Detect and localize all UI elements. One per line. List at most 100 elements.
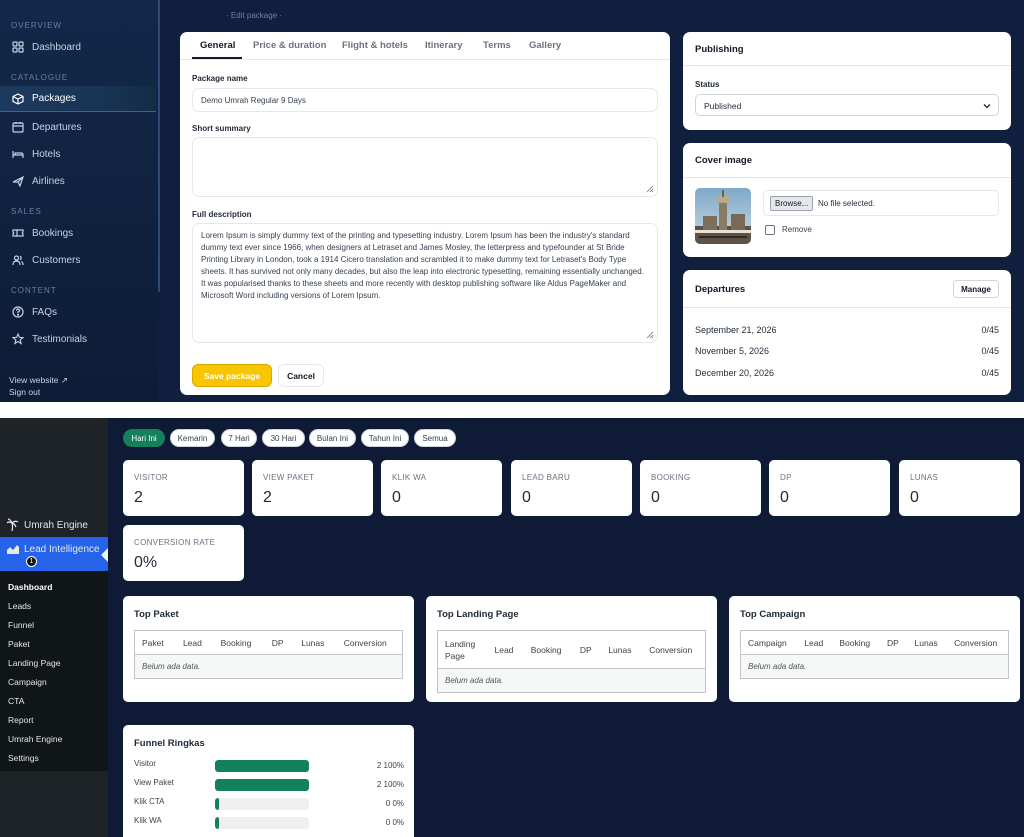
top-landing-page-card: Top Landing Page Landing Page Lead Booki…	[426, 596, 717, 702]
column-header: Conversion	[947, 630, 1009, 655]
full-description-textarea[interactable]: Lorem Ipsum is simply dummy text of the …	[192, 223, 658, 343]
filter-this-month[interactable]: Bulan Ini	[309, 429, 356, 447]
card-title: Top Campaign	[740, 609, 806, 620]
tab-gallery[interactable]: Gallery	[529, 40, 561, 51]
sidebar-item-label: FAQs	[32, 306, 58, 318]
tab-terms[interactable]: Terms	[483, 40, 511, 51]
browse-button[interactable]: Browse...	[770, 196, 814, 211]
sidebar-item-departures[interactable]: Departures	[0, 114, 156, 140]
sidebar-item-label: Airlines	[32, 175, 65, 187]
funnel-bar-fill	[215, 760, 309, 772]
submenu-funnel[interactable]: Funnel	[8, 620, 34, 630]
stat-card-dp: DP 0	[769, 460, 890, 516]
menu-umrah-engine[interactable]: Umrah Engine	[6, 518, 88, 532]
menu-label: Umrah Engine	[24, 519, 88, 531]
sign-out-link[interactable]: Sign out	[9, 387, 40, 397]
filter-30-days[interactable]: 30 Hari	[262, 429, 305, 447]
funnel-bar-track	[215, 798, 309, 810]
manage-departures-button[interactable]: Manage	[953, 280, 999, 298]
submenu-dashboard[interactable]: Dashboard	[8, 582, 52, 592]
departure-row: December 20, 2026 0/45	[695, 368, 999, 382]
sidebar-item-faqs[interactable]: FAQs	[0, 299, 156, 325]
funnel-count: 0	[385, 799, 391, 808]
submenu-leads[interactable]: Leads	[8, 601, 31, 611]
status-value: Published	[704, 101, 742, 111]
stat-value: 0	[522, 489, 531, 506]
help-icon	[12, 306, 24, 318]
tab-flight-hotels[interactable]: Flight & hotels	[342, 40, 408, 51]
breadcrumb: · Edit package ·	[226, 11, 283, 20]
menu-lead-intelligence[interactable]: Lead Intelligence	[6, 542, 100, 556]
funnel-row: Klik WA 0 0%	[134, 816, 404, 830]
column-header: DP	[572, 630, 602, 669]
filter-today[interactable]: Hari Ini	[123, 429, 165, 447]
remove-checkbox[interactable]	[765, 225, 775, 235]
star-icon	[12, 333, 24, 345]
sidebar-section-title: OVERVIEW	[11, 21, 62, 30]
departure-date: September 21, 2026	[695, 325, 777, 335]
submenu-landing-page[interactable]: Landing Page	[8, 658, 60, 668]
funnel-label: Visitor	[134, 759, 157, 768]
submenu-umrah-engine[interactable]: Umrah Engine	[8, 734, 62, 744]
plane-icon	[12, 175, 24, 187]
stat-value: 2	[134, 489, 143, 506]
funnel-bar-track	[215, 817, 309, 829]
column-header: Lead	[797, 630, 833, 655]
file-status-text: No file selected.	[818, 199, 875, 208]
filter-all[interactable]: Semua	[414, 429, 456, 447]
submenu-settings[interactable]: Settings	[8, 753, 39, 763]
stat-value: 0	[780, 489, 789, 506]
status-label: Status	[695, 80, 720, 89]
empty-state-text: Belum ada data.	[134, 654, 403, 679]
tab-general[interactable]: General	[200, 40, 235, 51]
chart-area-icon	[7, 545, 19, 554]
chevron-down-icon	[983, 104, 991, 109]
save-package-button[interactable]: Save package	[192, 364, 272, 387]
status-select[interactable]: Published	[695, 94, 999, 116]
stat-card-conversion-rate: CONVERSION RATE 0%	[123, 525, 244, 581]
view-website-link[interactable]: View website ↗	[9, 375, 68, 386]
cancel-button[interactable]: Cancel	[278, 364, 324, 387]
sidebar-item-airlines[interactable]: Airlines	[0, 168, 156, 194]
funnel-percent: 0%	[392, 818, 404, 827]
departure-row: November 5, 2026 0/45	[695, 346, 999, 360]
resize-grip-icon[interactable]	[646, 331, 654, 339]
funnel-summary-card: Funnel Ringkas Visitor 2 100% View Paket…	[123, 725, 414, 837]
tab-price-duration[interactable]: Price & duration	[253, 40, 326, 51]
sidebar-item-label: Bookings	[32, 227, 74, 239]
sidebar-item-dashboard[interactable]: Dashboard	[0, 34, 156, 60]
sidebar-item-testimonials[interactable]: Testimonials	[0, 326, 156, 352]
sidebar-scrollbar[interactable]	[158, 0, 160, 292]
stat-card-visitor: VISITOR 2	[123, 460, 244, 516]
resize-grip-icon[interactable]	[646, 185, 654, 193]
wp-dashboard-panel: Umrah Engine Lead Intelligence 1 Dashboa…	[0, 418, 1024, 837]
cover-image-card: Cover image Browse... No file selected. …	[683, 143, 1011, 257]
submenu-paket[interactable]: Paket	[8, 639, 30, 649]
filter-yesterday[interactable]: Kemarin	[170, 429, 215, 447]
short-summary-textarea[interactable]	[192, 137, 658, 197]
edit-package-card: General Price & duration Flight & hotels…	[180, 32, 670, 395]
cover-image-file-input[interactable]: Browse... No file selected.	[763, 190, 999, 216]
column-header: Conversion	[336, 630, 403, 655]
package-name-input[interactable]: Demo Umrah Regular 9 Days	[192, 88, 658, 112]
stat-label: CONVERSION RATE	[134, 538, 216, 547]
sidebar-item-packages[interactable]: Packages	[0, 86, 156, 112]
submenu-report[interactable]: Report	[8, 715, 34, 725]
filter-this-year[interactable]: Tahun Ini	[361, 429, 409, 447]
notification-badge: 1	[26, 556, 37, 567]
submenu-campaign[interactable]: Campaign	[8, 677, 47, 687]
column-header: Booking	[832, 630, 881, 655]
funnel-bar-track	[215, 779, 309, 791]
package-icon	[12, 92, 24, 105]
sidebar-item-bookings[interactable]: Bookings	[0, 220, 156, 246]
short-summary-label: Short summary	[192, 124, 251, 133]
card-title: Top Paket	[134, 609, 179, 620]
tab-itinerary[interactable]: Itinerary	[425, 40, 463, 51]
sidebar-item-customers[interactable]: Customers	[0, 247, 156, 273]
departure-date: December 20, 2026	[695, 368, 775, 378]
sidebar-item-hotels[interactable]: Hotels	[0, 141, 156, 167]
sidebar-item-label: Testimonials	[32, 333, 88, 345]
submenu-cta[interactable]: CTA	[8, 696, 24, 706]
filter-7-days[interactable]: 7 Hari	[221, 429, 257, 447]
departures-title: Departures	[695, 284, 746, 295]
